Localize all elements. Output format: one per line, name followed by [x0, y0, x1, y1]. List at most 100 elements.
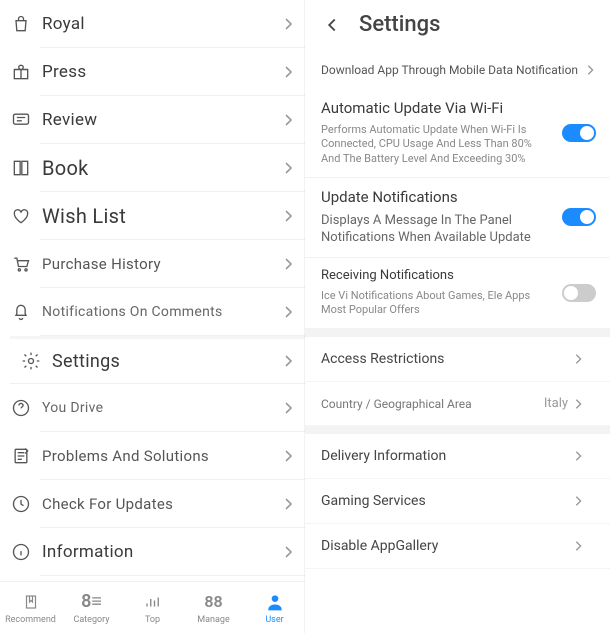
setting-delivery-information[interactable]: Delivery Information [305, 434, 610, 479]
chevron-right-icon [283, 113, 293, 127]
chevron-right-icon [283, 305, 293, 319]
setting-label: Download App Through Mobile Data Notific… [321, 63, 582, 77]
menu-item-wishlist[interactable]: Wish List [40, 192, 305, 240]
gear-icon [20, 350, 42, 372]
info-icon [10, 541, 32, 563]
setting-download-notification[interactable]: Download App Through Mobile Data Notific… [305, 55, 610, 89]
section-divider [305, 329, 610, 337]
tab-label: Manage [197, 615, 229, 625]
menu-item-royal[interactable]: Royal [40, 0, 305, 48]
heart-icon [10, 205, 32, 227]
toggle-update-notifications[interactable] [562, 208, 596, 226]
setting-desc: Displays A Message In The Panel Notifica… [321, 212, 594, 247]
menu-item-book[interactable]: Book [40, 144, 305, 192]
tab-recommend[interactable]: Recommend [1, 591, 61, 625]
chevron-right-icon [283, 401, 293, 415]
chevron-right-icon [586, 64, 594, 76]
menu-item-notifications-comments[interactable]: Notifications On Comments [40, 288, 305, 336]
setting-receiving-notifications: Receiving Notifications Ice Vi Notificat… [305, 258, 610, 330]
bookmark-icon [22, 591, 40, 613]
menu-label: Royal [42, 14, 283, 34]
note-icon [10, 445, 32, 467]
menu-item-information[interactable]: Information [40, 528, 305, 576]
menu-label: Notifications On Comments [42, 304, 283, 320]
chevron-right-icon [574, 540, 582, 552]
chevron-right-icon [283, 497, 293, 511]
setting-title: Update Notifications [321, 188, 594, 208]
setting-desc: Performs Automatic Update When Wi-Fi Is … [321, 123, 594, 168]
toggle-receiving-notifications[interactable] [562, 284, 596, 302]
settings-header: Settings [305, 0, 610, 55]
setting-update-notifications: Update Notifications Displays A Message … [305, 178, 610, 258]
chevron-right-icon [283, 65, 293, 79]
book-icon [10, 157, 32, 179]
menu-label: Review [42, 110, 283, 130]
setting-label: Delivery Information [321, 448, 574, 464]
chevron-right-icon [283, 17, 293, 31]
category-icon: 8≡ [81, 591, 102, 613]
tab-label: User [265, 615, 283, 625]
chevron-right-icon [574, 398, 582, 410]
setting-label: Country / Geographical Area [321, 397, 544, 411]
user-icon [265, 591, 285, 613]
menu-item-review[interactable]: Review [40, 96, 305, 144]
tab-top[interactable]: Top [123, 591, 183, 625]
chevron-right-icon [574, 495, 582, 507]
setting-title: Receiving Notifications [321, 268, 594, 285]
menu-label: Purchase History [42, 255, 283, 273]
setting-title: Automatic Update Via Wi-Fi [321, 99, 594, 119]
setting-country[interactable]: Country / Geographical Area Italy [305, 382, 610, 426]
menu-label: Book [42, 156, 283, 180]
menu-item-you-drive[interactable]: You Drive [40, 384, 305, 432]
menu-label: Problems And Solutions [42, 447, 283, 465]
tab-manage[interactable]: 88 Manage [184, 591, 244, 625]
tab-label: Category [73, 615, 109, 625]
menu-label: Press [42, 62, 283, 82]
menu-label: You Drive [42, 400, 283, 416]
chevron-right-icon [283, 449, 293, 463]
menu-item-purchase-history[interactable]: Purchase History [40, 240, 305, 288]
menu-label: Settings [52, 351, 283, 372]
chevron-right-icon [283, 257, 293, 271]
tab-user[interactable]: User [245, 591, 305, 625]
page-title: Settings [359, 12, 440, 37]
gift-icon [10, 61, 32, 83]
setting-auto-update: Automatic Update Via Wi-Fi Performs Auto… [305, 89, 610, 178]
setting-label: Access Restrictions [321, 351, 574, 367]
comment-icon [10, 109, 32, 131]
menu-item-settings[interactable]: Settings [10, 336, 305, 384]
tab-category[interactable]: 8≡ Category [62, 591, 122, 625]
help-icon [10, 397, 32, 419]
menu-item-check-updates[interactable]: Check For Updates [40, 480, 305, 528]
chevron-right-icon [283, 161, 293, 175]
setting-desc: Ice Vi Notifications About Games, Ele Ap… [321, 289, 594, 319]
menu-item-problems-solutions[interactable]: Problems And Solutions [40, 432, 305, 480]
section-divider [305, 426, 610, 434]
stats-icon [143, 591, 163, 613]
setting-value: Italy [544, 396, 568, 411]
back-icon[interactable] [321, 14, 343, 36]
menu-item-press[interactable]: Press [40, 48, 305, 96]
setting-access-restrictions[interactable]: Access Restrictions [305, 337, 610, 382]
cart-icon [10, 253, 32, 275]
manage-icon: 88 [204, 591, 222, 613]
bottom-navigation: Recommend 8≡ Category Top 88 Manage User [0, 581, 305, 633]
bag-icon [10, 13, 32, 35]
setting-label: Gaming Services [321, 493, 574, 509]
menu-label: Check For Updates [42, 495, 283, 513]
chevron-right-icon [283, 354, 293, 368]
menu-label: Wish List [42, 204, 283, 228]
setting-label: Disable AppGallery [321, 538, 574, 554]
toggle-auto-update[interactable] [562, 124, 596, 142]
menu-label: Information [42, 542, 283, 562]
chevron-right-icon [574, 353, 582, 365]
setting-disable-appgallery[interactable]: Disable AppGallery [305, 524, 610, 569]
tab-label: Top [145, 615, 160, 625]
chevron-right-icon [283, 545, 293, 559]
bell-icon [10, 301, 32, 323]
tab-label: Recommend [5, 615, 56, 625]
chevron-right-icon [283, 209, 293, 223]
setting-gaming-services[interactable]: Gaming Services [305, 479, 610, 524]
update-icon [10, 493, 32, 515]
chevron-right-icon [574, 450, 582, 462]
